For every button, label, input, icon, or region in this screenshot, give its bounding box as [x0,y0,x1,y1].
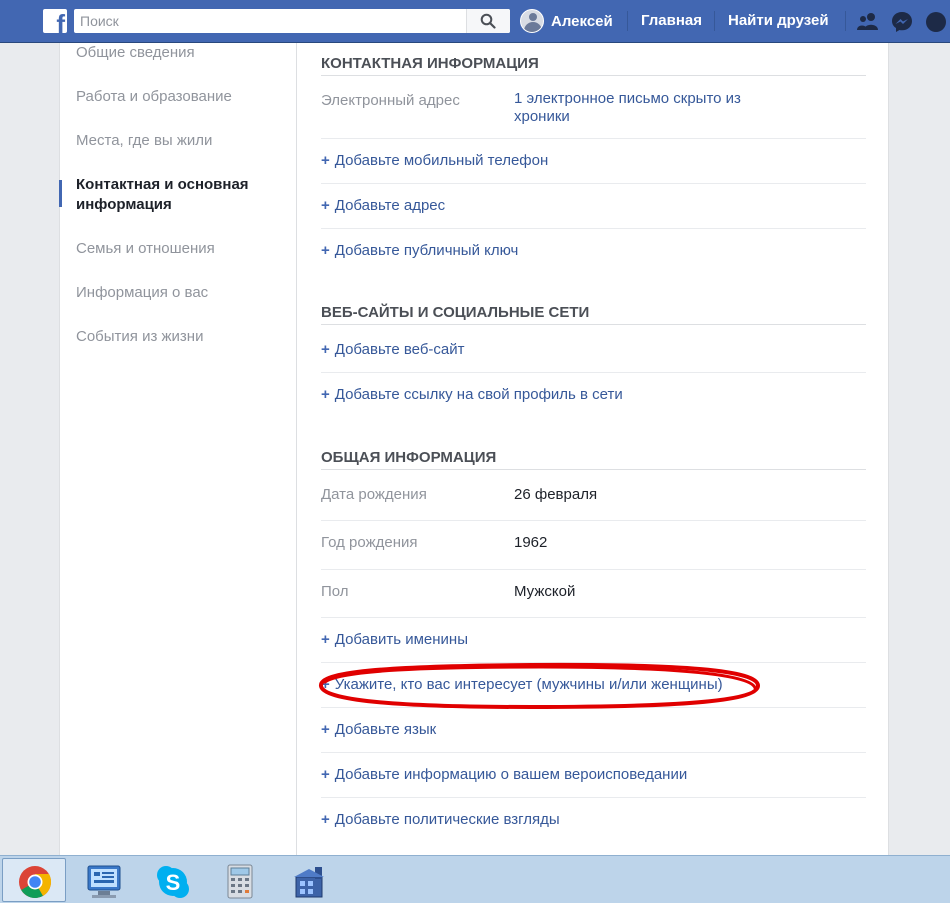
section-title-contact: КОНТАКТНАЯ ИНФОРМАЦИЯ [321,55,866,76]
sidebar-item-work-education[interactable]: Работа и образование [76,87,232,107]
active-indicator [59,180,62,207]
list-item: + Добавьте мобильный телефон [321,139,866,184]
add-mobile-phone-link[interactable]: + Добавьте мобильный телефон [321,152,548,170]
plus-icon: + [321,386,330,403]
facebook-logo-icon[interactable]: f [43,9,67,33]
skype-icon: S [157,866,189,898]
profile-link[interactable]: Алексей [520,8,613,34]
list-item: + Укажите, кто вас интересует (мужчины и/… [321,663,866,708]
add-public-key-link[interactable]: + Добавьте публичный ключ [321,242,518,260]
plus-icon: + [321,766,330,783]
list-item: + Добавьте информацию о вашем вероисповед… [321,753,866,798]
add-political-views-link[interactable]: + Добавьте политические взгляды [321,811,560,829]
svg-text:S: S [166,870,181,895]
divider [627,11,628,31]
about-sidebar: Общие сведения Работа и образование Мест… [59,43,297,855]
plus-icon: + [321,242,330,259]
taskbar-control-panel-button[interactable] [70,858,134,902]
search-icon [480,13,496,29]
top-navigation-bar: f Алексей Главная Найти друзей [0,0,950,43]
list-item: + Добавьте политические взгляды [321,798,866,843]
plus-icon: + [321,811,330,828]
search-input[interactable] [74,9,466,33]
birthday-value: 26 февраля [514,486,598,503]
add-interested-in-link[interactable]: + Укажите, кто вас интересует (мужчины и/… [321,676,723,694]
add-website-link[interactable]: + Добавьте веб-сайт [321,341,465,359]
birthday-row: Дата рождения 26 февраля [321,473,866,521]
list-item: + Добавьте язык [321,708,866,753]
sidebar-item-places[interactable]: Места, где вы жили [76,131,212,151]
plus-icon: + [321,721,330,738]
chrome-icon [19,866,52,899]
sidebar-item-contact-info[interactable]: Контактная и основная информация [76,175,276,215]
divider [714,11,715,31]
home-link[interactable]: Главная [641,12,702,29]
birthyear-value: 1962 [514,534,548,551]
sidebar-item-details[interactable]: Информация о вас [76,283,208,303]
search-button[interactable] [466,9,510,33]
find-friends-link[interactable]: Найти друзей [728,12,829,29]
divider [845,11,846,31]
gender-row: Пол Мужской [321,570,866,618]
list-item: + Добавьте ссылку на свой профиль в сети [321,373,866,418]
birthyear-label: Год рождения [321,534,418,551]
about-page: Общие сведения Работа и образование Мест… [59,43,889,855]
sidebar-item-family[interactable]: Семья и отношения [76,239,215,259]
user-name: Алексей [551,12,613,30]
friend-requests-icon[interactable] [857,11,879,31]
sidebar-item-life-events[interactable]: События из жизни [76,327,203,347]
network-app-icon [294,867,324,898]
email-label: Электронный адрес [321,92,460,109]
plus-icon: + [321,341,330,358]
add-language-link[interactable]: + Добавьте язык [321,721,436,739]
add-social-link[interactable]: + Добавьте ссылку на свой профиль в сети [321,386,623,404]
gender-value: Мужской [514,583,576,600]
birthday-label: Дата рождения [321,486,427,503]
plus-icon: + [321,197,330,214]
email-value[interactable]: 1 электронное письмо скрыто из хроники [514,90,754,126]
messenger-icon[interactable] [891,11,913,33]
gender-label: Пол [321,583,349,600]
avatar [520,9,544,33]
search-box [74,9,510,33]
plus-icon: + [321,631,330,648]
windows-taskbar: S [0,855,950,903]
plus-icon: + [321,676,330,693]
email-row: Электронный адрес 1 электронное письмо с… [321,79,866,139]
taskbar-chrome-button[interactable] [2,858,66,902]
taskbar-calculator-button[interactable] [207,858,271,902]
list-item: + Добавьте публичный ключ [321,229,866,274]
sidebar-item-overview[interactable]: Общие сведения [76,43,195,63]
taskbar-network-app-button[interactable] [276,858,340,902]
list-item: + Добавьте адрес [321,184,866,229]
globe-notifications-icon[interactable] [925,11,950,33]
add-address-link[interactable]: + Добавьте адрес [321,197,445,215]
control-panel-icon [87,865,121,898]
list-item: + Добавьте веб-сайт [321,328,866,373]
add-nameday-link[interactable]: + Добавить именины [321,631,468,649]
plus-icon: + [321,152,330,169]
calculator-icon [227,864,253,899]
birthyear-row: Год рождения 1962 [321,521,866,570]
section-title-websites: ВЕБ-САЙТЫ И СОЦИАЛЬНЫЕ СЕТИ [321,304,866,325]
section-title-general: ОБЩАЯ ИНФОРМАЦИЯ [321,449,866,470]
list-item: + Добавить именины [321,618,866,663]
add-religion-link[interactable]: + Добавьте информацию о вашем вероисповед… [321,766,687,784]
taskbar-skype-button[interactable]: S [140,858,204,902]
